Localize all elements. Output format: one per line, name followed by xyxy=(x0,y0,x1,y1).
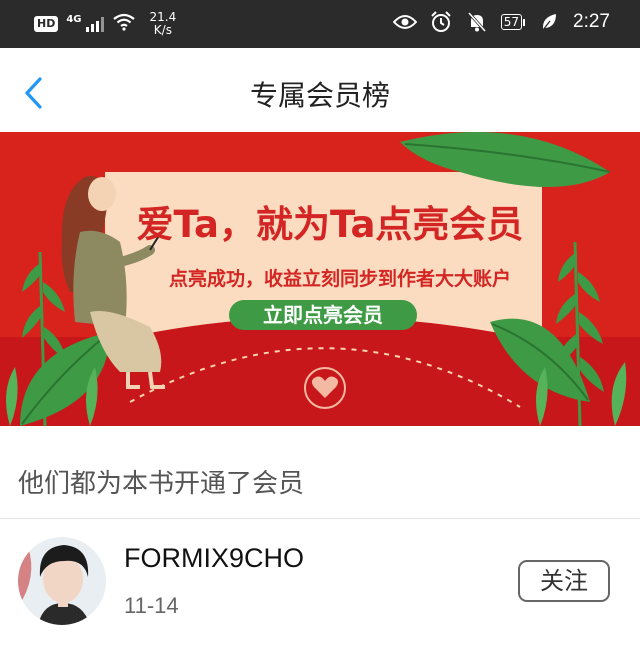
status-right: 57 2:27 xyxy=(392,10,610,34)
battery-level: 57 xyxy=(500,14,523,30)
hd-icon: HD xyxy=(34,16,59,32)
wifi-icon xyxy=(112,13,136,35)
membership-banner[interactable]: 爱Ta，就为Ta点亮会员 点亮成功，收益立刻同步到作者大大账户 立即点亮会员 xyxy=(0,132,640,426)
banner-subtitle: 点亮成功，收益立刻同步到作者大大账户 xyxy=(168,268,511,290)
follow-button[interactable]: 关注 xyxy=(518,560,610,602)
banner-title: 爱Ta，就为Ta点亮会员 xyxy=(136,203,524,246)
signal-icon xyxy=(85,16,104,32)
avatar-image xyxy=(18,537,106,625)
battery-icon: 57 xyxy=(500,14,526,30)
page-title: 专属会员榜 xyxy=(249,79,390,112)
status-left: HD 4G 21.4 K/s xyxy=(34,11,176,37)
network-speed: 21.4 K/s xyxy=(150,11,177,37)
member-date: 11-14 xyxy=(124,593,179,618)
section-title: 他们都为本书开通了会员 xyxy=(18,469,305,499)
clock: 2:27 xyxy=(573,11,610,32)
network-type-label: 4G xyxy=(66,13,82,25)
page-header: 专属会员榜 xyxy=(0,48,640,133)
eye-icon xyxy=(392,10,417,34)
alarm-icon xyxy=(429,10,453,34)
leaf-icon xyxy=(537,10,561,34)
light-up-member-button[interactable]: 立即点亮会员 xyxy=(229,300,417,330)
speed-unit: K/s xyxy=(153,23,172,37)
member-name: FORMIX9CHO xyxy=(124,543,305,573)
mute-bell-icon xyxy=(465,10,489,34)
list-item[interactable]: FORMIX9CHO 11-14 关注 xyxy=(0,519,640,653)
status-bar: HD 4G 21.4 K/s 57 2:27 xyxy=(0,0,640,48)
avatar[interactable] xyxy=(18,537,106,625)
